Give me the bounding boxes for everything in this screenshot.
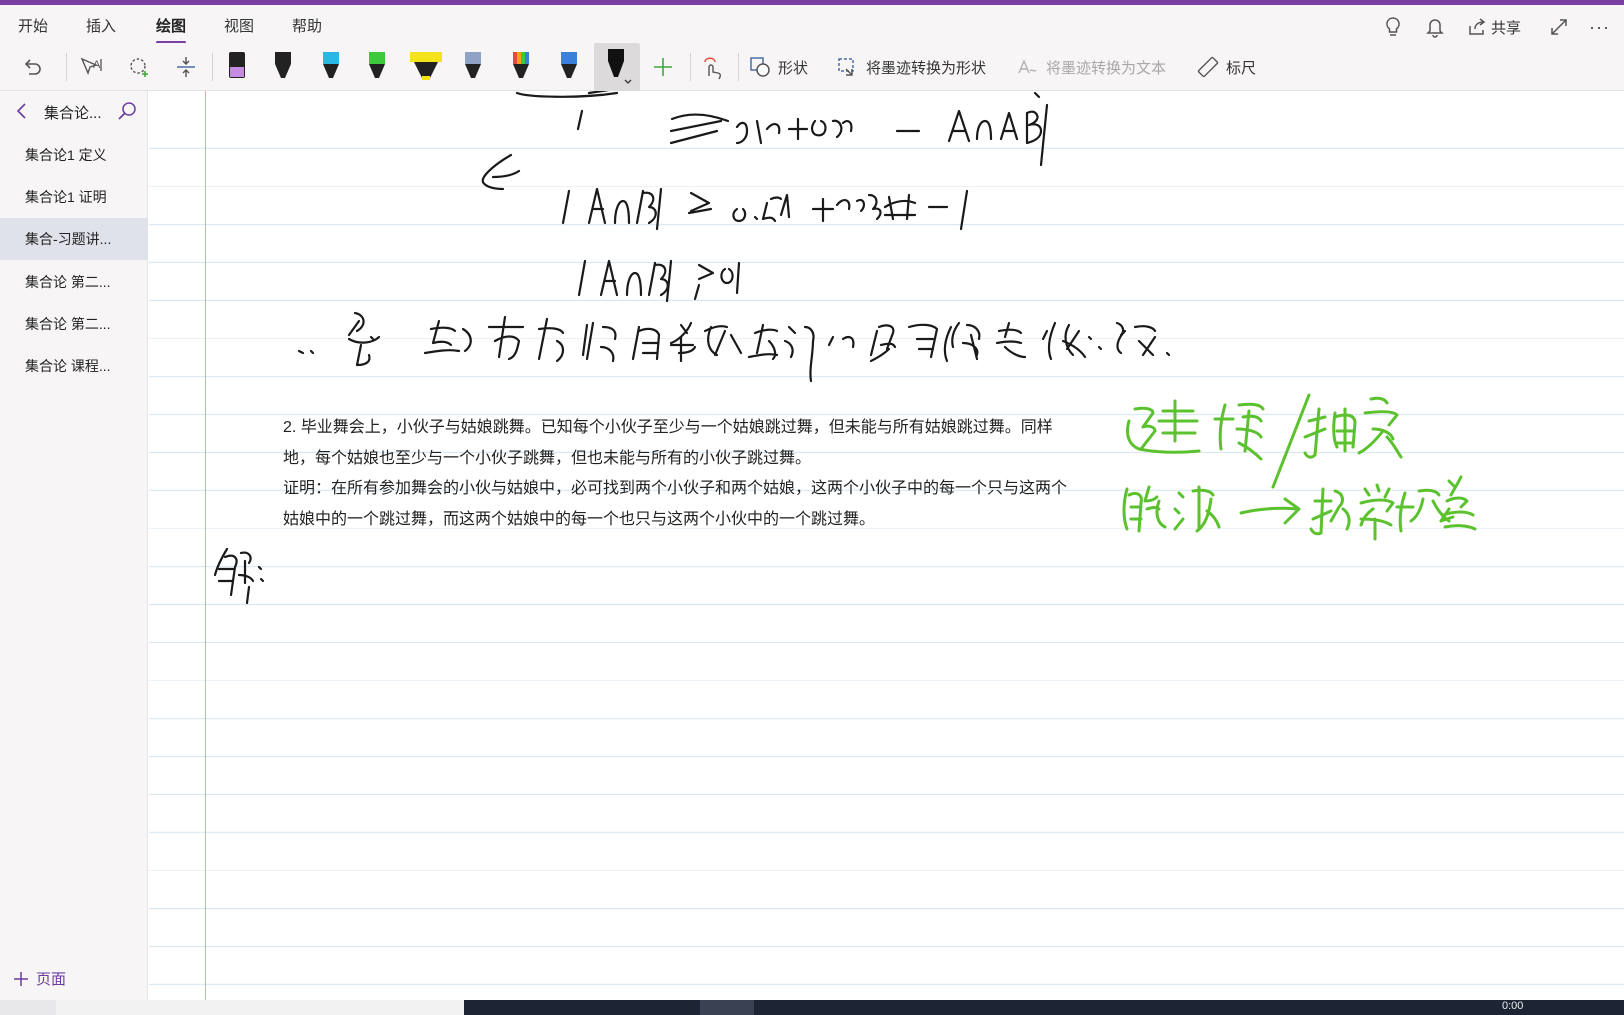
ink-to-text-button: 将墨迹转换为文本 xyxy=(1016,51,1166,83)
highlighter-yellow-icon[interactable] xyxy=(406,51,446,83)
taskbar-search-box[interactable] xyxy=(56,1000,464,1015)
share-button[interactable]: 共享 xyxy=(1467,13,1521,41)
problem-line-1: 2. 毕业舞会上，小伙子与姑娘跳舞。已知每个小伙子至少与一个姑娘跳过舞，但未能与… xyxy=(283,419,1053,436)
sidebar-page-4[interactable]: 集合论 第二... xyxy=(0,261,148,303)
problem-line-3: 证明：在所有参加舞会的小伙与姑娘中，必可找到两个小伙子和两个姑娘，这两个小伙子中… xyxy=(283,480,1068,497)
sidebar-page-6[interactable]: 集合论 课程... xyxy=(0,345,148,387)
fullscreen-icon[interactable] xyxy=(1549,13,1569,41)
sidebar-page-3-active[interactable]: 集合-习题讲... xyxy=(0,218,148,260)
handwritten-ink-layer xyxy=(213,91,1477,605)
sidebar-page-5[interactable]: 集合论 第二... xyxy=(0,303,148,345)
taskbar-active-app[interactable] xyxy=(700,1000,754,1015)
undo-icon[interactable] xyxy=(16,51,48,83)
shapes-icon xyxy=(750,57,770,77)
menu-insert[interactable]: 插入 xyxy=(86,15,116,36)
ink-to-shape-label: 将墨迹转换为形状 xyxy=(866,59,987,77)
sidebar-page-2[interactable]: 集合论1 证明 xyxy=(0,176,148,218)
search-icon[interactable] xyxy=(116,100,138,127)
touch-draw-icon[interactable] xyxy=(696,51,730,83)
insert-space-icon[interactable] xyxy=(170,51,202,83)
problem-line-2: 地，每个姑娘也至少与一个小伙子跳舞，但也未能与所有的小伙子跳过舞。 xyxy=(283,449,812,467)
pen-rainbow-icon[interactable] xyxy=(506,51,536,83)
plus-icon[interactable] xyxy=(648,51,678,83)
ruler-icon xyxy=(1197,56,1219,78)
ruler-label: 标尺 xyxy=(1226,59,1257,77)
ink-to-shape-icon xyxy=(838,58,854,76)
share-label: 共享 xyxy=(1491,19,1522,37)
problem-text-block[interactable]: 2. 毕业舞会上，小伙子与姑娘跳舞。已知每个小伙子至少与一个姑娘跳过舞，但未能与… xyxy=(283,413,1143,535)
chevron-left-icon[interactable] xyxy=(14,100,30,127)
menu-home[interactable]: 开始 xyxy=(18,15,48,36)
section-header: 集合论... xyxy=(0,91,148,131)
ink-to-shape-button[interactable]: 将墨迹转换为形状 xyxy=(836,51,986,83)
toolbar-divider xyxy=(66,53,67,81)
ink-to-text-label: 将墨迹转换为文本 xyxy=(1046,59,1167,77)
os-taskbar: 0:00 xyxy=(0,1000,1624,1015)
svg-text:A: A xyxy=(93,59,101,71)
shapes-label: 形状 xyxy=(778,59,809,77)
ink-to-text-icon xyxy=(1018,59,1037,74)
plus-icon xyxy=(14,971,28,986)
menu-draw[interactable]: 绘图 xyxy=(156,15,186,36)
taskbar-clock: 0:00 xyxy=(1502,1000,1524,1012)
pen-galaxy-icon[interactable] xyxy=(458,51,488,83)
menu-bar: 开始 插入 绘图 视图 帮助 共享 ··· xyxy=(0,5,1624,44)
share-icon xyxy=(1469,18,1486,35)
menu-view[interactable]: 视图 xyxy=(224,15,254,36)
green-ink-strokes xyxy=(1122,393,1477,541)
pen-ocean-icon[interactable] xyxy=(554,51,584,83)
pen-black-selected-icon[interactable] xyxy=(594,43,640,91)
start-area[interactable] xyxy=(0,1000,56,1015)
toolbar-divider xyxy=(212,53,213,81)
shapes-button[interactable]: 形状 xyxy=(748,51,808,83)
type-select-icon[interactable]: A xyxy=(76,51,108,83)
toolbar-divider xyxy=(738,53,739,81)
lasso-select-icon[interactable] xyxy=(124,51,156,83)
bell-icon[interactable] xyxy=(1425,13,1445,41)
ruler-button[interactable]: 标尺 xyxy=(1196,51,1256,83)
draw-toolbar: A 形状 将墨迹转换为形状 将墨迹转换为文本 标尺 xyxy=(0,43,1624,91)
note-page-canvas[interactable]: 2. 毕业舞会上，小伙子与姑娘跳舞。已知每个小伙子至少与一个姑娘跳过舞，但未能与… xyxy=(149,91,1624,1000)
lightbulb-icon[interactable] xyxy=(1383,13,1403,41)
pen-purple-icon[interactable] xyxy=(222,51,252,83)
menu-help[interactable]: 帮助 xyxy=(292,15,322,36)
problem-line-4: 姑娘中的一个跳过舞，而这两个姑娘中的每一个也只与这两个小伙中的一个跳过舞。 xyxy=(283,510,876,528)
sidebar-page-1[interactable]: 集合论1 定义 xyxy=(0,134,148,176)
more-options-icon[interactable]: ··· xyxy=(1589,13,1610,41)
add-page-label: 页面 xyxy=(36,971,67,988)
add-page-button[interactable]: 页面 xyxy=(12,968,66,989)
toolbar-divider xyxy=(690,53,691,81)
pen-black-icon[interactable] xyxy=(268,51,298,83)
pen-cyan-icon[interactable] xyxy=(316,51,346,83)
page-list-sidebar: 集合论... 集合论1 定义 集合论1 证明 集合-习题讲... 集合论 第二.… xyxy=(0,91,148,1000)
pen-green-icon[interactable] xyxy=(362,51,392,83)
section-title[interactable]: 集合论... xyxy=(44,102,102,123)
